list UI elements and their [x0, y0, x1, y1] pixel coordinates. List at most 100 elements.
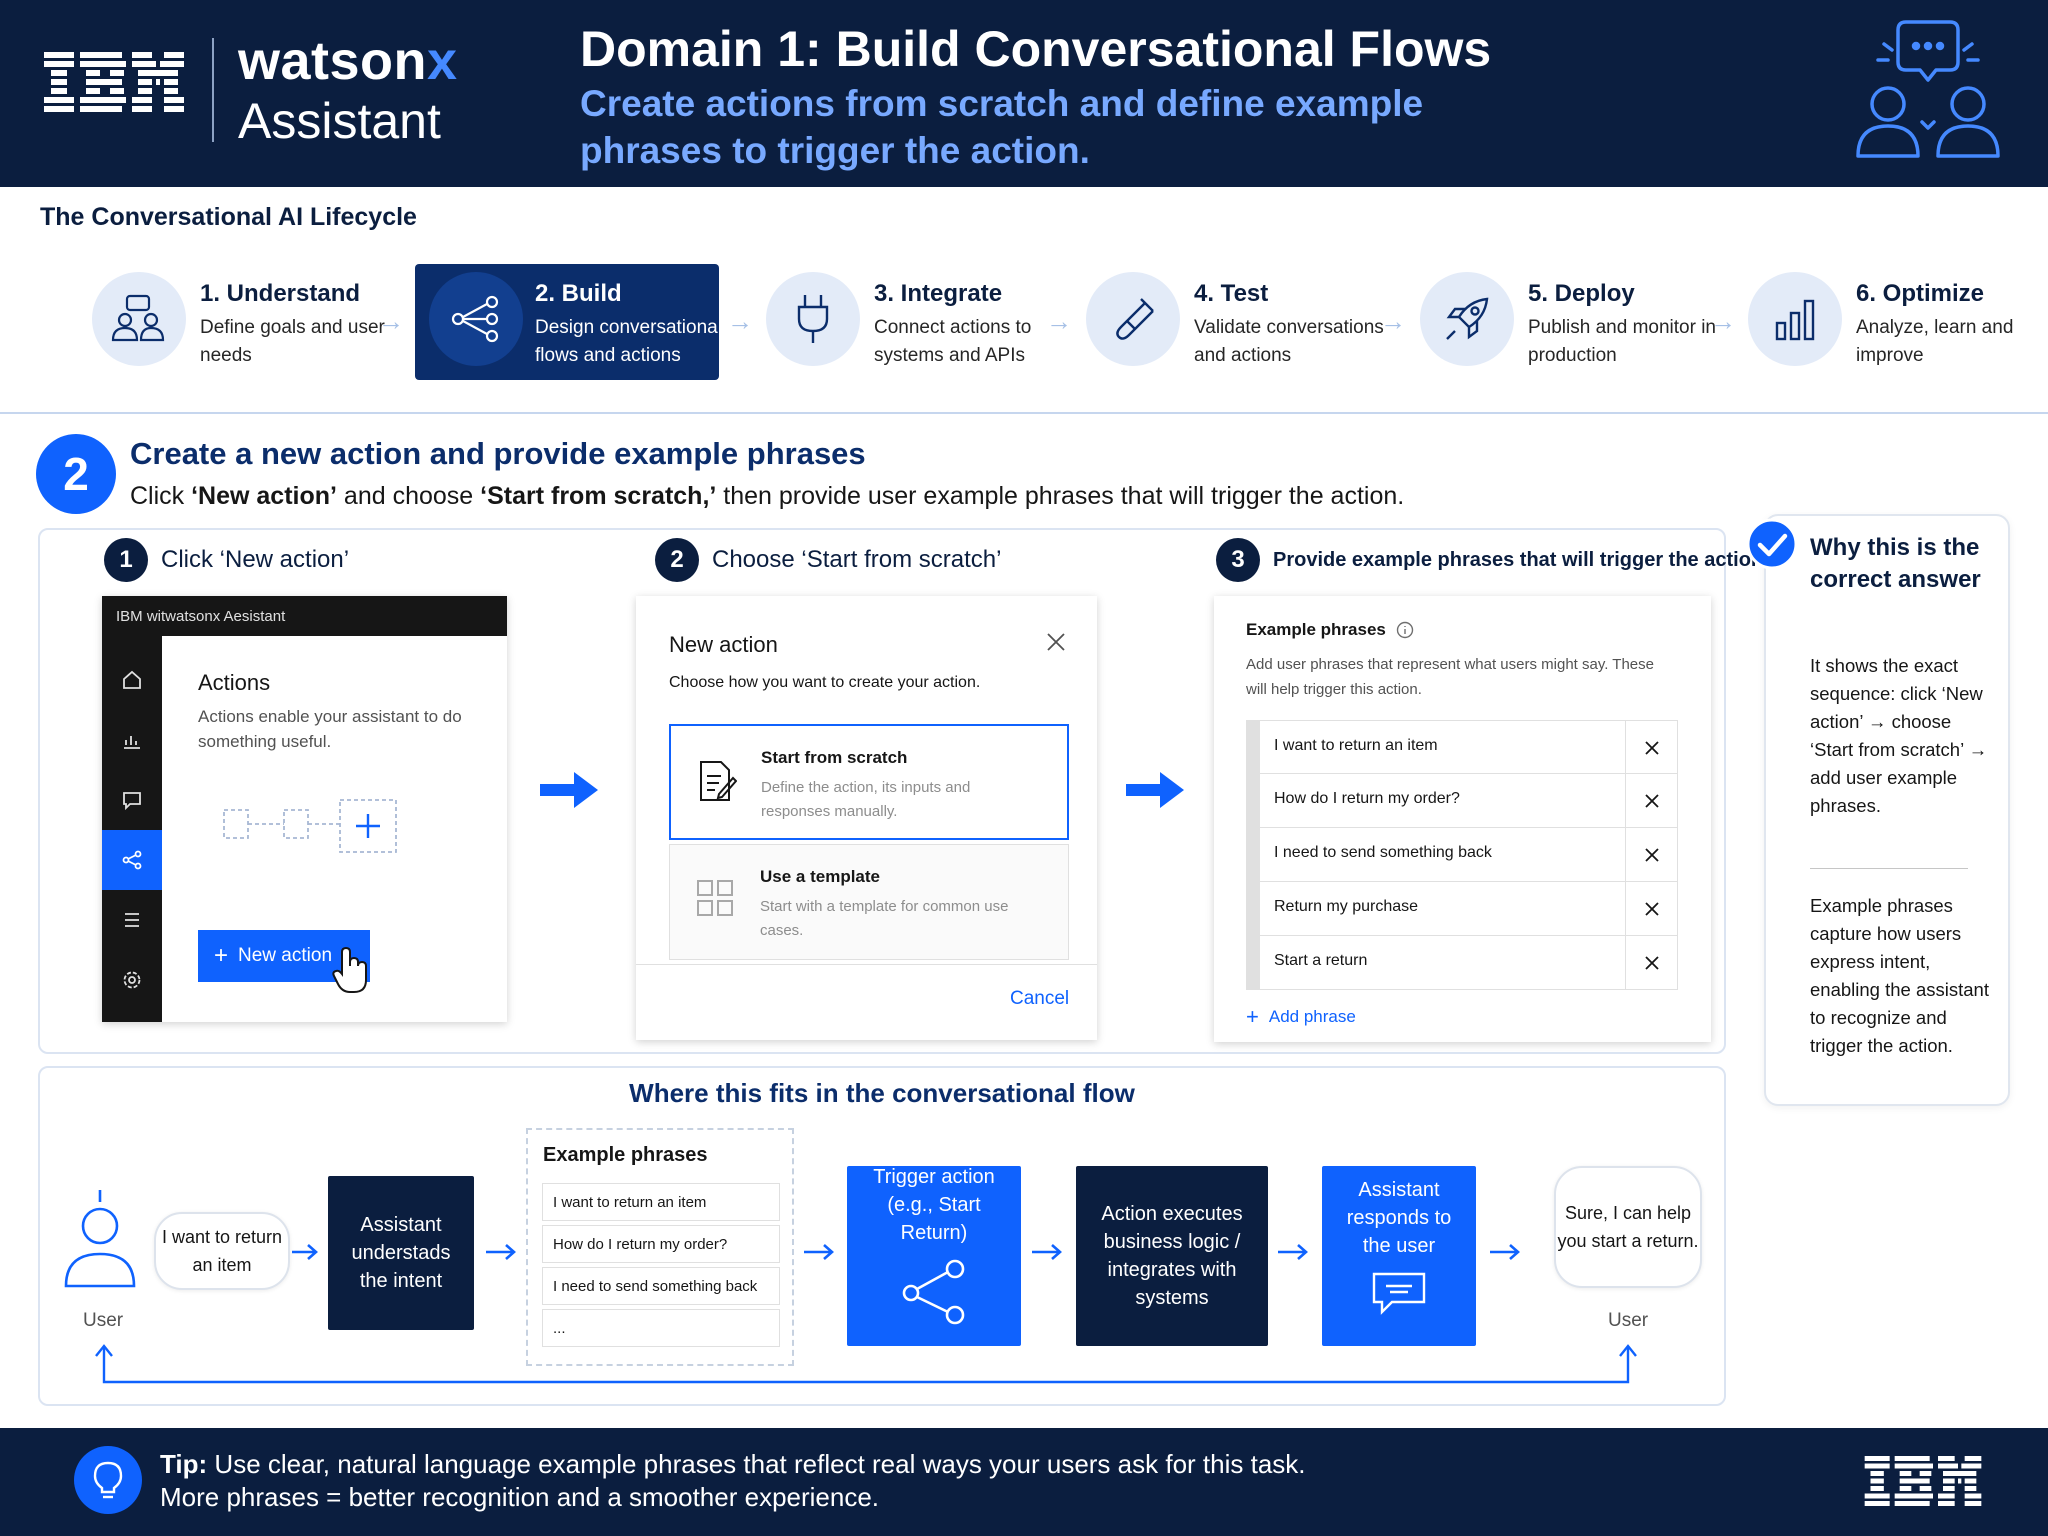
flow-placeholder-icon — [218, 796, 418, 856]
ibm-logo — [1858, 1456, 1988, 1506]
new-action-dialog: New action Choose how you want to create… — [636, 596, 1097, 1040]
phrase-text[interactable]: I need to send something back — [1274, 844, 1492, 862]
arrow-icon: → — [1046, 306, 1072, 336]
section-title: Create a new action and provide example … — [130, 436, 866, 471]
brand-divider — [212, 38, 214, 142]
stage-desc: Publish and monitor in production — [1528, 317, 1716, 366]
why-explanation: It shows the exact sequence: click ‘New … — [1810, 655, 1988, 816]
user-label: User — [83, 1310, 124, 1331]
stage-title: 6. Optimize — [1856, 280, 1985, 307]
section-description: Click ‘New action’ and choose ‘Start fro… — [130, 482, 1405, 510]
step-title: Choose ‘Start from scratch’ — [712, 546, 1002, 573]
stage-desc: Analyze, learn and improve — [1856, 317, 2014, 366]
phrase-row[interactable]: I want to return an item — [1246, 720, 1678, 774]
example-phrase: How do I return my order? — [542, 1225, 780, 1263]
dialog-divider — [636, 964, 1097, 965]
step-number-badge: 3 — [1216, 538, 1260, 582]
stage-desc: Connect actions to systems and APIs — [874, 317, 1032, 366]
plus-icon: + — [1246, 1004, 1259, 1029]
divider — [0, 412, 2048, 414]
dialog-title: New action — [669, 632, 778, 657]
why-explanation-2: Example phrases capture how users expres… — [1810, 895, 1989, 1056]
use-template-option[interactable]: Use a template Start with a template for… — [669, 844, 1069, 960]
lifecycle-title: The Conversational AI Lifecycle — [40, 203, 417, 231]
flow-arrow-icon — [1488, 1240, 1522, 1264]
stage-desc: Validate conversations and actions — [1194, 317, 1384, 366]
why-title: Why this is the correct answer — [1810, 534, 1981, 593]
phrase-text[interactable]: Return my purchase — [1274, 898, 1418, 916]
remove-phrase-icon[interactable] — [1625, 721, 1677, 774]
trigger-action-box: Trigger action (e.g., Start Return) — [847, 1166, 1021, 1346]
phrase-text[interactable]: How do I return my order? — [1274, 790, 1460, 808]
flow-arrow-icon — [802, 1240, 836, 1264]
home-icon[interactable] — [102, 650, 162, 710]
phrase-row[interactable]: I need to send something back — [1246, 828, 1678, 882]
phrase-row[interactable]: How do I return my order? — [1246, 774, 1678, 828]
user-message-bubble: I want to return an item — [154, 1212, 290, 1290]
flow-branch-icon — [899, 1257, 969, 1327]
stage-optimize: 6. Optimize Analyze, learn and improve — [1748, 264, 2044, 380]
actions-icon[interactable] — [102, 830, 162, 890]
phrase-text[interactable]: I want to return an item — [1274, 737, 1438, 755]
cancel-button[interactable]: Cancel — [1010, 988, 1069, 1010]
list-icon[interactable] — [102, 890, 162, 950]
actions-description: Actions enable your assistant to do some… — [198, 707, 462, 751]
analytics-icon[interactable] — [102, 710, 162, 770]
stage-test: 4. Test Validate conversations and actio… — [1086, 264, 1386, 380]
section-step-badge: 2 — [36, 434, 116, 514]
template-grid-icon — [696, 879, 734, 917]
example-phrases-heading: Example phrases — [1246, 620, 1414, 640]
close-icon[interactable] — [1044, 630, 1068, 654]
info-icon[interactable] — [1396, 621, 1414, 639]
phrase-text[interactable]: Start a return — [1274, 952, 1367, 970]
add-phrase-button[interactable]: + Add phrase — [1246, 1004, 1356, 1030]
app-topbar: IBM witwatsonx Aesistant — [102, 596, 507, 636]
page-subtitle: Create actions from scratch and define e… — [580, 83, 1424, 171]
action-executes-box: Action executes business logic / integra… — [1076, 1166, 1268, 1346]
page-title: Domain 1: Build Conversational Flows — [580, 21, 1492, 77]
remove-phrase-icon[interactable] — [1625, 828, 1677, 881]
step-number-badge: 1 — [104, 538, 148, 582]
people-chat-icon — [92, 272, 186, 366]
start-from-scratch-option[interactable]: Start from scratch Define the action, it… — [669, 724, 1069, 840]
option-description: Start with a template for common use cas… — [760, 898, 1009, 939]
phrase-row[interactable]: Start a return — [1246, 936, 1678, 990]
brand-product: Assistant — [238, 93, 441, 149]
option-description: Define the action, its inputs and respon… — [761, 779, 971, 820]
why-divider — [1810, 868, 1968, 869]
example-phrases-panel: Example phrases Add user phrases that re… — [1214, 596, 1711, 1042]
arrow-icon: → — [1710, 306, 1736, 336]
ibm-logo — [44, 52, 184, 112]
brand-name: watsonx — [238, 31, 458, 91]
example-phrases-description: Add user phrases that represent what use… — [1246, 656, 1654, 698]
phrases-list: I want to return an item How do I return… — [1246, 720, 1678, 990]
stage-build: 2. Build Design conversational flows and… — [415, 264, 722, 380]
stage-desc: Design conversational flows and actions — [535, 317, 722, 366]
stage-title: 5. Deploy — [1528, 280, 1635, 307]
arrow-icon: → — [378, 306, 404, 336]
remove-phrase-icon[interactable] — [1625, 774, 1677, 827]
settings-icon[interactable] — [102, 950, 162, 1010]
arrow-icon: → — [727, 306, 753, 336]
example-phrase: I want to return an item — [542, 1183, 780, 1221]
assistant-responds-box: Assistant responds to the user — [1322, 1166, 1476, 1346]
option-title: Start from scratch — [761, 748, 908, 767]
phrase-row[interactable]: Return my purchase — [1246, 882, 1678, 936]
example-phrases-box-title: Example phrases — [543, 1144, 708, 1166]
step-title: Click ‘New action’ — [161, 546, 350, 573]
step-number-badge: 2 — [655, 538, 699, 582]
remove-phrase-icon[interactable] — [1625, 936, 1677, 989]
step-arrow-icon — [1126, 772, 1186, 808]
flow-nodes-icon — [429, 272, 523, 366]
flow-arrow-icon — [1030, 1240, 1064, 1264]
dialog-description: Choose how you want to create your actio… — [669, 674, 981, 691]
lightbulb-icon — [74, 1446, 142, 1514]
chat-icon[interactable] — [102, 770, 162, 830]
option-title: Use a template — [760, 867, 880, 886]
remove-phrase-icon[interactable] — [1625, 882, 1677, 935]
loop-back-arrow-icon — [94, 1340, 1638, 1392]
bar-chart-icon — [1748, 272, 1842, 366]
stage-title: 3. Integrate — [874, 280, 1003, 307]
stage-understand: 1. Understand Define goals and user need… — [92, 264, 392, 380]
plus-icon: + — [214, 942, 229, 969]
